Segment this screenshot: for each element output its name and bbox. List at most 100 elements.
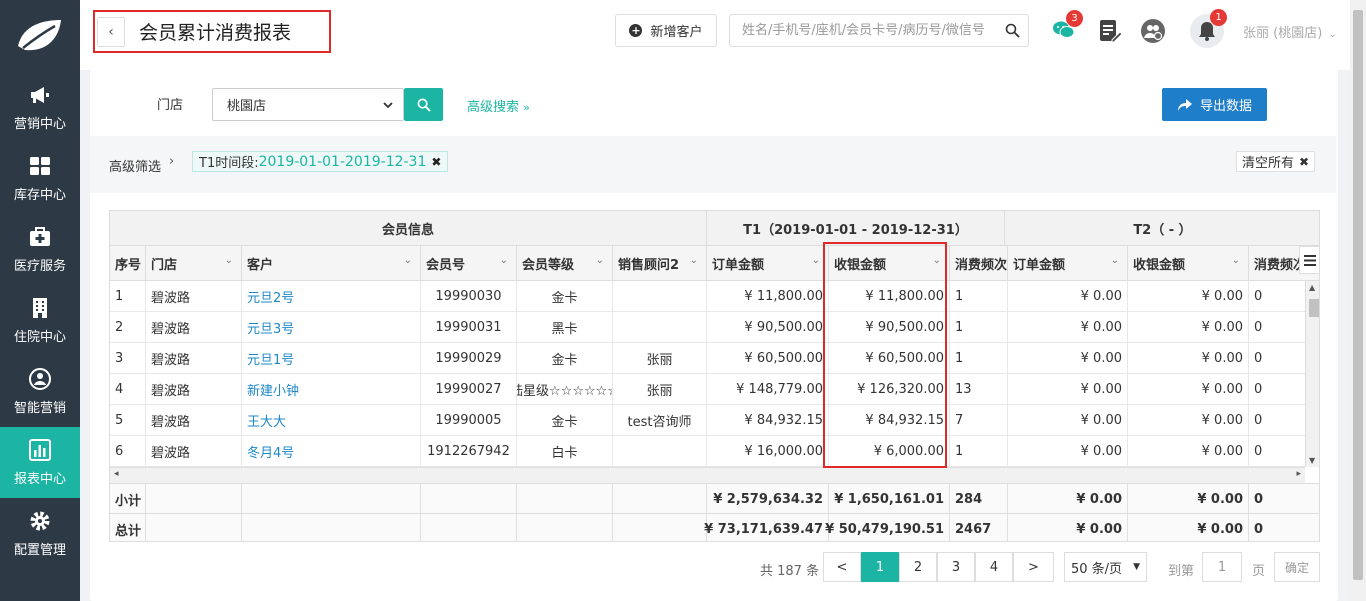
column-header-t1-cash-amount[interactable]: 收银金额 ⌄ — [829, 246, 950, 281]
chevron-down-icon[interactable]: ⌄ — [225, 255, 233, 266]
column-header-store[interactable]: 门店 ⌄ — [146, 246, 242, 281]
cell-t1-cash-amount: ¥ 90,500.00 — [829, 312, 950, 343]
cell-store: 碧波路 — [146, 374, 242, 405]
next-page-button[interactable]: > — [1013, 552, 1054, 582]
notification-button[interactable]: 1 — [1190, 9, 1227, 48]
sidebar-item-settings[interactable]: 配置管理 — [0, 498, 80, 569]
column-header-t2-order-amount[interactable]: 订单金额 ⌄ — [1008, 246, 1128, 281]
column-header-label: 客户 — [247, 258, 274, 273]
column-header-customer[interactable]: 客户 ⌄ — [242, 246, 421, 281]
cell-customer[interactable]: 元旦1号 — [242, 343, 421, 374]
column-header-member-level[interactable]: 会员等级 ⌄ — [517, 246, 613, 281]
chevron-down-icon[interactable]: ⌄ — [933, 255, 941, 266]
chevron-down-icon[interactable]: ⌄ — [1111, 255, 1119, 266]
cell-customer[interactable]: 元旦3号 — [242, 312, 421, 343]
vertical-scroll-thumb[interactable] — [1309, 299, 1319, 317]
prev-page-button[interactable]: < — [823, 552, 861, 582]
filter-tag-t1[interactable]: T1时间段: 2019-01-01-2019-12-31 ✖ — [192, 151, 449, 172]
sidebar-item-smart-marketing[interactable]: 智能营销 — [0, 356, 80, 427]
table-row[interactable]: 4碧波路新建小钟19990027陆星级☆☆☆☆☆☆张丽¥ 148,779.00¥… — [110, 374, 1305, 405]
goto-page-input[interactable]: 1 — [1202, 552, 1242, 582]
vertical-scrollbar[interactable]: ▲ ▼ — [1305, 281, 1319, 467]
chevron-right-icon: › — [169, 154, 175, 169]
export-button[interactable]: 导出数据 — [1162, 88, 1267, 121]
chevron-down-icon[interactable]: ⌄ — [812, 255, 820, 266]
add-customer-button[interactable]: + 新增客户 — [615, 14, 717, 47]
filter-tag-prefix: T1时间段: — [199, 156, 259, 171]
logo[interactable] — [0, 0, 80, 72]
sidebar-item-marketing[interactable]: 营销中心 — [0, 72, 80, 143]
user-menu[interactable]: 张丽 (桃園店) ⌄ — [1243, 22, 1337, 41]
sidebar-item-label: 报表中心 — [13, 472, 66, 487]
goto-confirm-button[interactable]: 确定 — [1274, 552, 1320, 582]
menu-icon — [1304, 254, 1316, 266]
sidebar-item-inpatient[interactable]: 住院中心 — [0, 285, 80, 356]
cell-t1-order-amount: ¥ 11,800.00 — [707, 281, 829, 312]
subtotal-empty-cell — [242, 484, 421, 514]
table-row[interactable]: 1 碧波路 元旦2号 19990030 金卡 ¥ 11,800.00 ¥ 11,800.00… — [110, 281, 1305, 312]
sidebar-item-inventory[interactable]: 库存中心 — [0, 143, 80, 214]
chevron-down-icon[interactable]: ⌄ — [1232, 255, 1240, 266]
cell-t2-cash-amount: ¥ 0.00 — [1128, 312, 1249, 343]
subtotal-empty-cell — [146, 484, 242, 514]
close-icon[interactable]: ✖ — [431, 155, 441, 169]
page-button-4[interactable]: 4 — [975, 552, 1013, 582]
scroll-down-icon[interactable]: ▼ — [1309, 456, 1315, 465]
column-header-sales-advisor[interactable]: 销售顾问2 ⌄ — [613, 246, 707, 281]
chevron-down-icon[interactable]: ⌄ — [404, 255, 412, 266]
page-button-1[interactable]: 1 — [861, 552, 899, 582]
column-menu-button[interactable] — [1299, 246, 1319, 274]
document-edit-icon — [1100, 20, 1123, 43]
scroll-left-icon[interactable]: ◂ — [114, 469, 119, 479]
cell-row-number: 3 — [110, 343, 146, 374]
column-header-row: 序号 门店 ⌄ 客户 ⌄ 会员号 ⌄ 会员等级 ⌄ 销售顾问2 ⌄ 订单金额 ⌄ 收银金额 ⌄ 消费频次 订单金… — [110, 246, 1319, 281]
column-header-member-number[interactable]: 会员号 ⌄ — [421, 246, 517, 281]
sidebar-item-reports[interactable]: 报表中心 — [0, 427, 80, 498]
horizontal-scrollbar[interactable]: ◂ ▸ — [110, 467, 1305, 483]
column-header-row-number[interactable]: 序号 — [110, 246, 146, 281]
page-scroll-thumb[interactable] — [1353, 10, 1363, 580]
notes-button[interactable] — [1097, 18, 1123, 44]
scroll-right-icon[interactable]: ▸ — [1296, 469, 1301, 479]
column-header-t1-frequency[interactable]: 消费频次 — [950, 246, 1008, 281]
search-icon — [417, 98, 431, 112]
cell-member-level: 金卡 — [517, 281, 613, 312]
page-button-2[interactable]: 2 — [899, 552, 937, 582]
cell-customer[interactable]: 新建小钟 — [242, 374, 421, 405]
cell-customer[interactable]: 冬月4号 — [242, 436, 421, 467]
chevron-down-icon[interactable]: ⌄ — [690, 255, 698, 266]
table-row[interactable]: 6 碧波路 冬月4号 1912267942 白卡 ¥ 16,000.00 ¥ 6,000.0… — [110, 436, 1305, 467]
page-button-3[interactable]: 3 — [937, 552, 975, 582]
store-search-button[interactable] — [404, 88, 443, 121]
sidebar-item-label: 住院中心 — [13, 330, 66, 345]
clear-all-button[interactable]: 清空所有 ✖ — [1236, 151, 1316, 172]
cell-t1-order-amount: ¥ 90,500.00 — [707, 312, 829, 343]
pagination: 共 187 条 < 1 2 3 4 > 50 条/页 ▼ 到第 1 页 确定 — [90, 552, 1338, 586]
back-button[interactable]: ‹ — [97, 16, 125, 47]
cell-t1-frequency: 7 — [950, 405, 1008, 436]
table-row[interactable]: 3 碧波路 元旦1号 19990029 金卡 张丽 ¥ 60,500.00 ¥ 60,500.… — [110, 343, 1305, 374]
cell-customer[interactable]: 王大大 — [242, 405, 421, 436]
advanced-search-label: 高级搜索 — [467, 100, 520, 115]
column-header-t1-order-amount[interactable]: 订单金额 ⌄ — [707, 246, 829, 281]
table-row[interactable]: 5 碧波路 王大大 19990005 金卡 test咨询师 ¥ 84,932.15 ¥ 84,… — [110, 405, 1305, 436]
team-button[interactable] — [1140, 18, 1166, 44]
search-icon[interactable] — [1005, 23, 1020, 38]
store-select[interactable]: 桃園店 — [212, 88, 404, 121]
column-header-t2-cash-amount[interactable]: 收银金额 ⌄ — [1128, 246, 1249, 281]
cell-row-number: 6 — [110, 436, 146, 467]
chevron-down-icon[interactable]: ⌄ — [596, 255, 604, 266]
page-scrollbar[interactable] — [1350, 0, 1366, 601]
search-input[interactable] — [730, 15, 1010, 46]
table-row[interactable]: 2 碧波路 元旦3号 19990031 黑卡 ¥ 90,500.00 ¥ 90,500.00… — [110, 312, 1305, 343]
gear-icon — [30, 511, 50, 531]
wechat-button[interactable]: 3 — [1052, 10, 1083, 44]
advanced-search-link[interactable]: 高级搜索 » — [467, 96, 530, 115]
cell-t1-order-amount: ¥ 148,779.00 — [707, 374, 829, 405]
sidebar-item-medical[interactable]: 医疗服务 — [0, 214, 80, 285]
cell-customer[interactable]: 元旦2号 — [242, 281, 421, 312]
chevron-down-icon[interactable]: ⌄ — [500, 255, 508, 266]
page-size-select[interactable]: 50 条/页 ▼ — [1064, 552, 1147, 582]
cell-t2-order-amount: ¥ 0.00 — [1008, 312, 1128, 343]
scroll-up-icon[interactable]: ▲ — [1309, 283, 1315, 292]
